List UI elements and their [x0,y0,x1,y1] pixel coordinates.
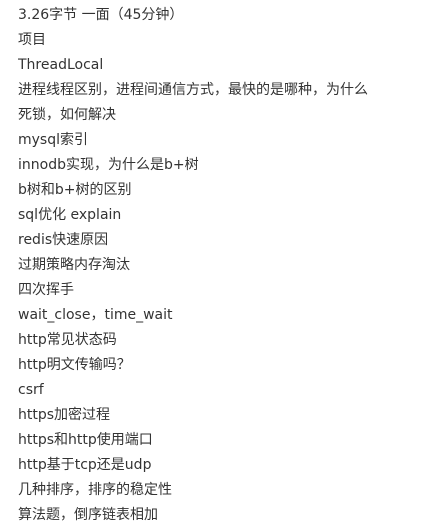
note-line: 过期策略内存淘汰 [18,257,130,273]
interview-notes: 3.26字节 一面（45分钟） 项目 ThreadLocal 进程线程区别，进程… [18,3,442,528]
note-line: https和http使用端口 [18,432,153,448]
note-line: csrf [18,382,44,398]
note-line: 项目 [18,32,46,48]
note-line: redis快速原因 [18,232,109,248]
note-line: b树和b+树的区别 [18,182,132,198]
note-line: sql优化 explain [18,207,122,223]
note-line: 死锁，如何解决 [18,107,116,123]
note-line: 进程线程区别，进程间通信方式，最快的是哪种，为什么 [18,82,368,98]
notes-heading: 3.26字节 一面（45分钟） [18,7,184,23]
note-line: innodb实现，为什么是b+树 [18,157,199,173]
note-line: http明文传输吗？ [18,357,131,373]
note-line: http基于tcp还是udp [18,457,152,473]
note-line: https加密过程 [18,407,111,423]
note-line: 几种排序，排序的稳定性 [18,482,172,498]
note-line: 算法题，倒序链表相加 [18,507,158,523]
note-line: wait_close，time_wait [18,307,173,323]
note-line: ThreadLocal [18,57,104,73]
note-line: http常见状态码 [18,332,117,348]
note-line: mysql索引 [18,132,88,148]
note-line: 四次挥手 [18,282,74,298]
